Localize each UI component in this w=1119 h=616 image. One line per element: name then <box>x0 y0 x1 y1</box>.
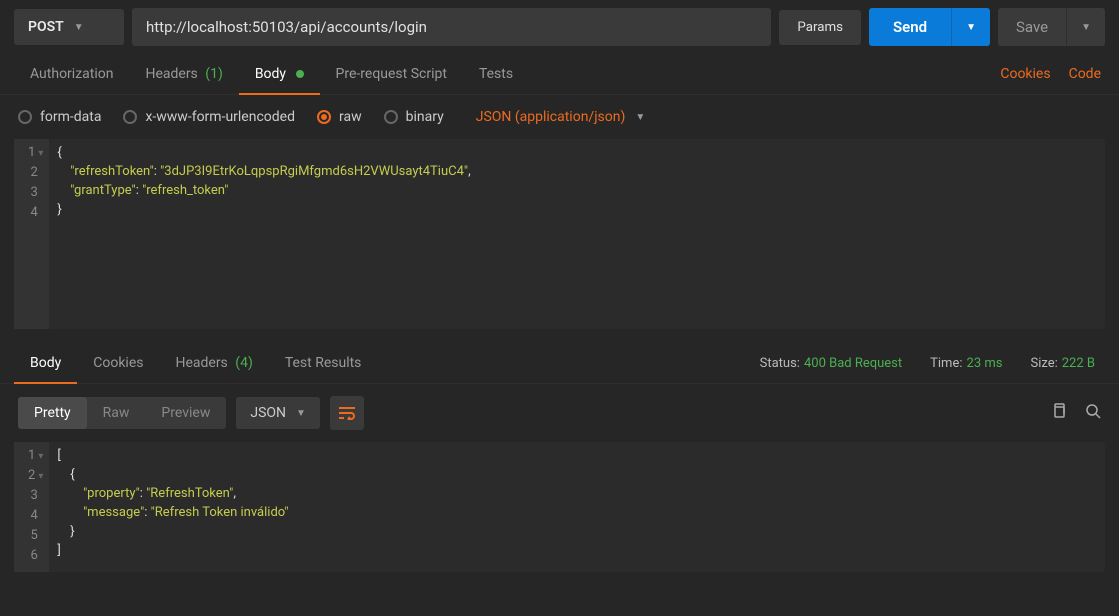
save-dropdown[interactable]: ▼ <box>1066 8 1105 46</box>
method-select[interactable]: POST ▼ <box>14 9 124 45</box>
cookies-link[interactable]: Cookies <box>1000 66 1050 82</box>
response-tools-right <box>1051 403 1101 423</box>
status-stat: Status:400 Bad Request <box>760 356 903 371</box>
radio-raw[interactable]: raw <box>317 109 362 125</box>
tab-authorization[interactable]: Authorization <box>14 54 129 94</box>
radio-label: binary <box>406 109 444 125</box>
tab-tests[interactable]: Tests <box>463 54 529 94</box>
request-body-editor[interactable]: 1▾2 3 4 { "refreshToken": "3dJP3I9EtrKoL… <box>14 139 1105 329</box>
tab-prerequest[interactable]: Pre-request Script <box>320 54 463 94</box>
response-tabs: Body Cookies Headers (4) Test Results St… <box>0 343 1119 384</box>
radio-icon <box>18 110 32 124</box>
method-value: POST <box>28 19 64 35</box>
response-view-tabs: Pretty Raw Preview <box>18 397 226 429</box>
tabs-right-actions: Cookies Code <box>1000 66 1105 82</box>
send-dropdown[interactable]: ▼ <box>951 8 990 46</box>
radio-icon <box>384 110 398 124</box>
resp-tab-headers[interactable]: Headers (4) <box>159 343 268 383</box>
modified-dot-icon <box>296 70 304 78</box>
code-link[interactable]: Code <box>1069 66 1101 82</box>
resp-tab-tests[interactable]: Test Results <box>269 343 378 383</box>
tab-label: Headers <box>145 66 197 82</box>
radio-formdata[interactable]: form-data <box>18 109 101 125</box>
response-toolbar: Pretty Raw Preview JSON ▼ <box>0 384 1119 442</box>
wrap-lines-button[interactable] <box>330 396 364 430</box>
view-raw[interactable]: Raw <box>87 397 146 429</box>
chevron-down-icon: ▼ <box>966 22 976 33</box>
tab-body[interactable]: Body <box>239 54 320 94</box>
editor-gutter: 1▾2 3 4 <box>14 139 49 329</box>
response-format-select[interactable]: JSON ▼ <box>236 397 320 429</box>
chevron-down-icon: ▼ <box>74 22 84 33</box>
radio-icon <box>317 110 331 124</box>
resp-tab-body[interactable]: Body <box>14 343 77 383</box>
editor-gutter: 1▾2▾3 4 5 6 <box>14 442 49 572</box>
response-stats: Status:400 Bad Request Time:23 ms Size:2… <box>760 356 1105 371</box>
wrap-icon <box>338 406 356 420</box>
view-pretty[interactable]: Pretty <box>18 397 87 429</box>
radio-icon <box>123 110 137 124</box>
url-input[interactable] <box>132 8 771 46</box>
editor-code[interactable]: { "refreshToken": "3dJP3I9EtrKoLqpspRgiM… <box>49 139 1105 329</box>
tab-label: Body <box>255 66 286 82</box>
radio-urlencoded[interactable]: x-www-form-urlencoded <box>123 109 295 125</box>
copy-icon <box>1051 403 1067 419</box>
tab-headers[interactable]: Headers (1) <box>129 54 238 94</box>
response-body-viewer[interactable]: 1▾2▾3 4 5 6 [ { "property": "RefreshToke… <box>14 442 1105 572</box>
content-type-value: JSON (application/json) <box>476 109 626 125</box>
save-button[interactable]: Save <box>998 8 1066 46</box>
chevron-down-icon: ▼ <box>635 112 645 123</box>
radio-label: raw <box>339 109 362 125</box>
search-button[interactable] <box>1085 403 1101 423</box>
chevron-down-icon: ▼ <box>1081 22 1091 33</box>
request-topbar: POST ▼ Params Send ▼ Save ▼ <box>0 0 1119 54</box>
request-tabs: Authorization Headers (1) Body Pre-reque… <box>0 54 1119 95</box>
copy-button[interactable] <box>1051 403 1067 423</box>
body-type-options: form-data x-www-form-urlencoded raw bina… <box>0 95 1119 139</box>
search-icon <box>1085 403 1101 419</box>
content-type-select[interactable]: JSON (application/json) ▼ <box>476 109 646 125</box>
tab-label: Headers <box>175 355 227 371</box>
editor-code: [ { "property": "RefreshToken", "message… <box>49 442 1105 572</box>
view-preview[interactable]: Preview <box>145 397 226 429</box>
radio-label: form-data <box>40 109 101 125</box>
radio-label: x-www-form-urlencoded <box>145 109 295 125</box>
chevron-down-icon: ▼ <box>296 408 306 419</box>
format-value: JSON <box>250 405 286 421</box>
resp-tab-cookies[interactable]: Cookies <box>77 343 159 383</box>
headers-count: (1) <box>205 66 223 82</box>
time-stat: Time:23 ms <box>930 356 1002 371</box>
headers-count: (4) <box>235 355 253 371</box>
params-button[interactable]: Params <box>779 10 861 45</box>
radio-binary[interactable]: binary <box>384 109 444 125</box>
size-stat: Size:222 B <box>1030 356 1095 371</box>
send-button[interactable]: Send <box>869 8 951 46</box>
